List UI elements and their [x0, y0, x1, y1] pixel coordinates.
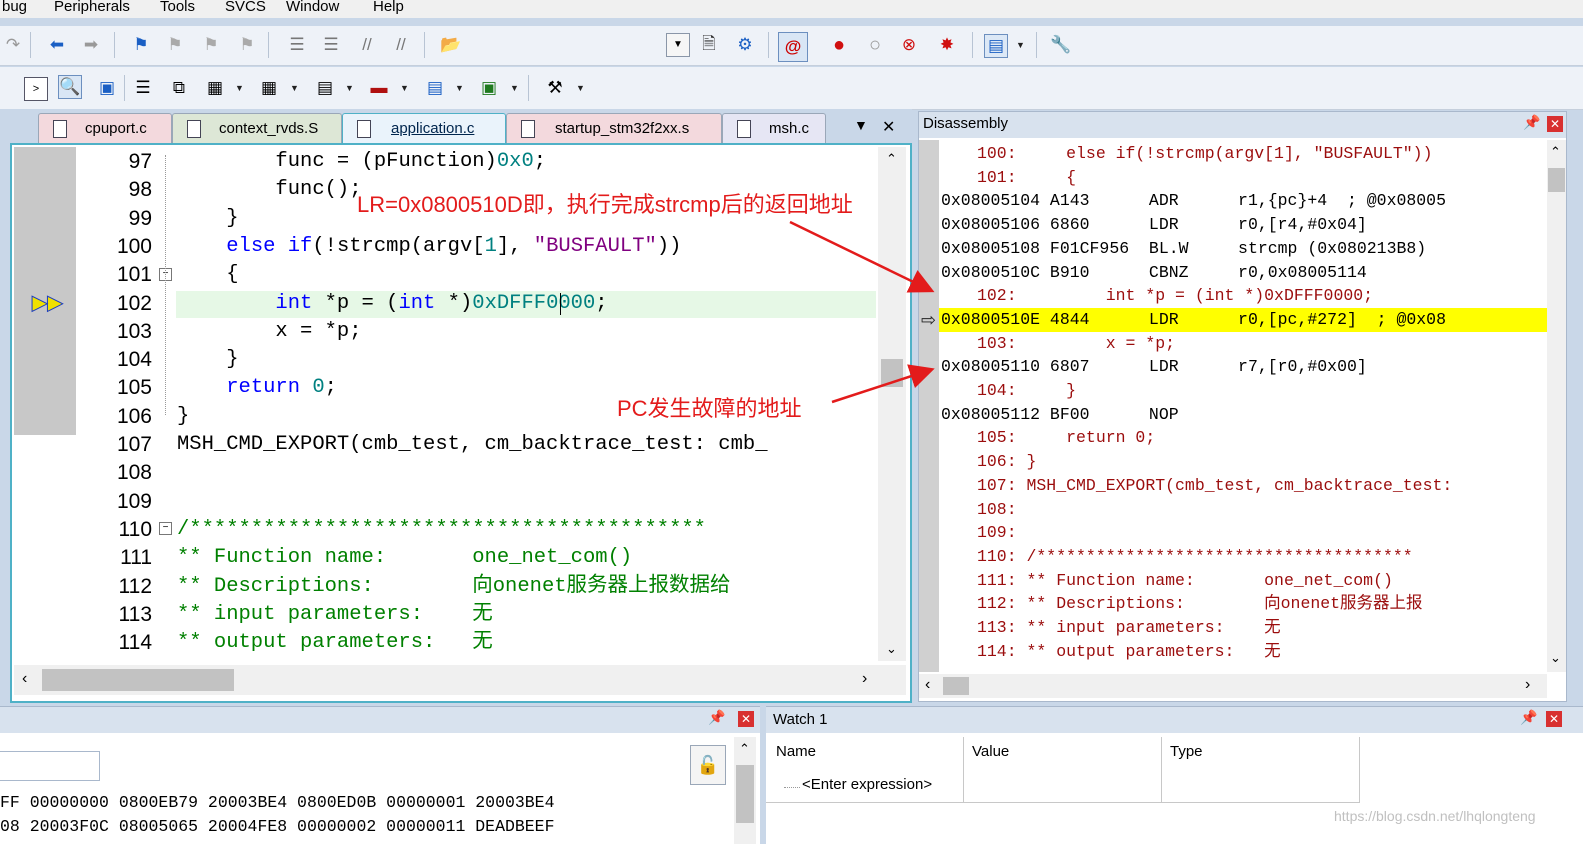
lr-arrow: [789, 220, 935, 293]
lock-icon[interactable]: 🔓: [690, 745, 726, 785]
memory-vertical-scrollbar[interactable]: ⌃: [734, 737, 756, 844]
pin-icon[interactable]: 📌: [708, 709, 725, 726]
pc-arrow: [831, 364, 935, 404]
watch-enter-expression[interactable]: <Enter expression>: [802, 776, 932, 793]
panel-close-icon[interactable]: ✕: [738, 711, 754, 727]
watch-title-bar: Watch 1 📌 ✕: [766, 707, 1583, 733]
scroll-up-icon[interactable]: ⌃: [739, 741, 750, 757]
column-divider: [963, 737, 964, 803]
scroll-thumb[interactable]: [736, 765, 754, 823]
column-divider: [1359, 737, 1360, 803]
watch-tree-line: [784, 787, 800, 788]
watch-title: Watch 1: [773, 711, 828, 728]
panel-close-icon[interactable]: ✕: [1546, 711, 1562, 727]
memory-title-bar: 📌 ✕: [0, 707, 760, 733]
watch-header-value[interactable]: Value: [972, 743, 1009, 760]
watch-header-name[interactable]: Name: [776, 743, 816, 760]
memory-window: 📌 ✕ 🔓 ⌃ FF 00000000 0800EB79 20003BE4 08…: [0, 706, 760, 844]
watch-row-divider: [766, 802, 1360, 803]
column-divider: [1161, 737, 1162, 803]
watch-header-type[interactable]: Type: [1170, 743, 1203, 760]
watermark: https://blog.csdn.net/lhqlongteng: [1334, 808, 1536, 824]
memory-address-input[interactable]: [0, 751, 100, 781]
memory-row: FF 00000000 0800EB79 20003BE4 0800ED0B 0…: [0, 793, 555, 812]
pin-icon[interactable]: 📌: [1520, 709, 1537, 726]
memory-row: 08 20003F0C 08005065 20004FE8 00000002 0…: [0, 817, 555, 836]
